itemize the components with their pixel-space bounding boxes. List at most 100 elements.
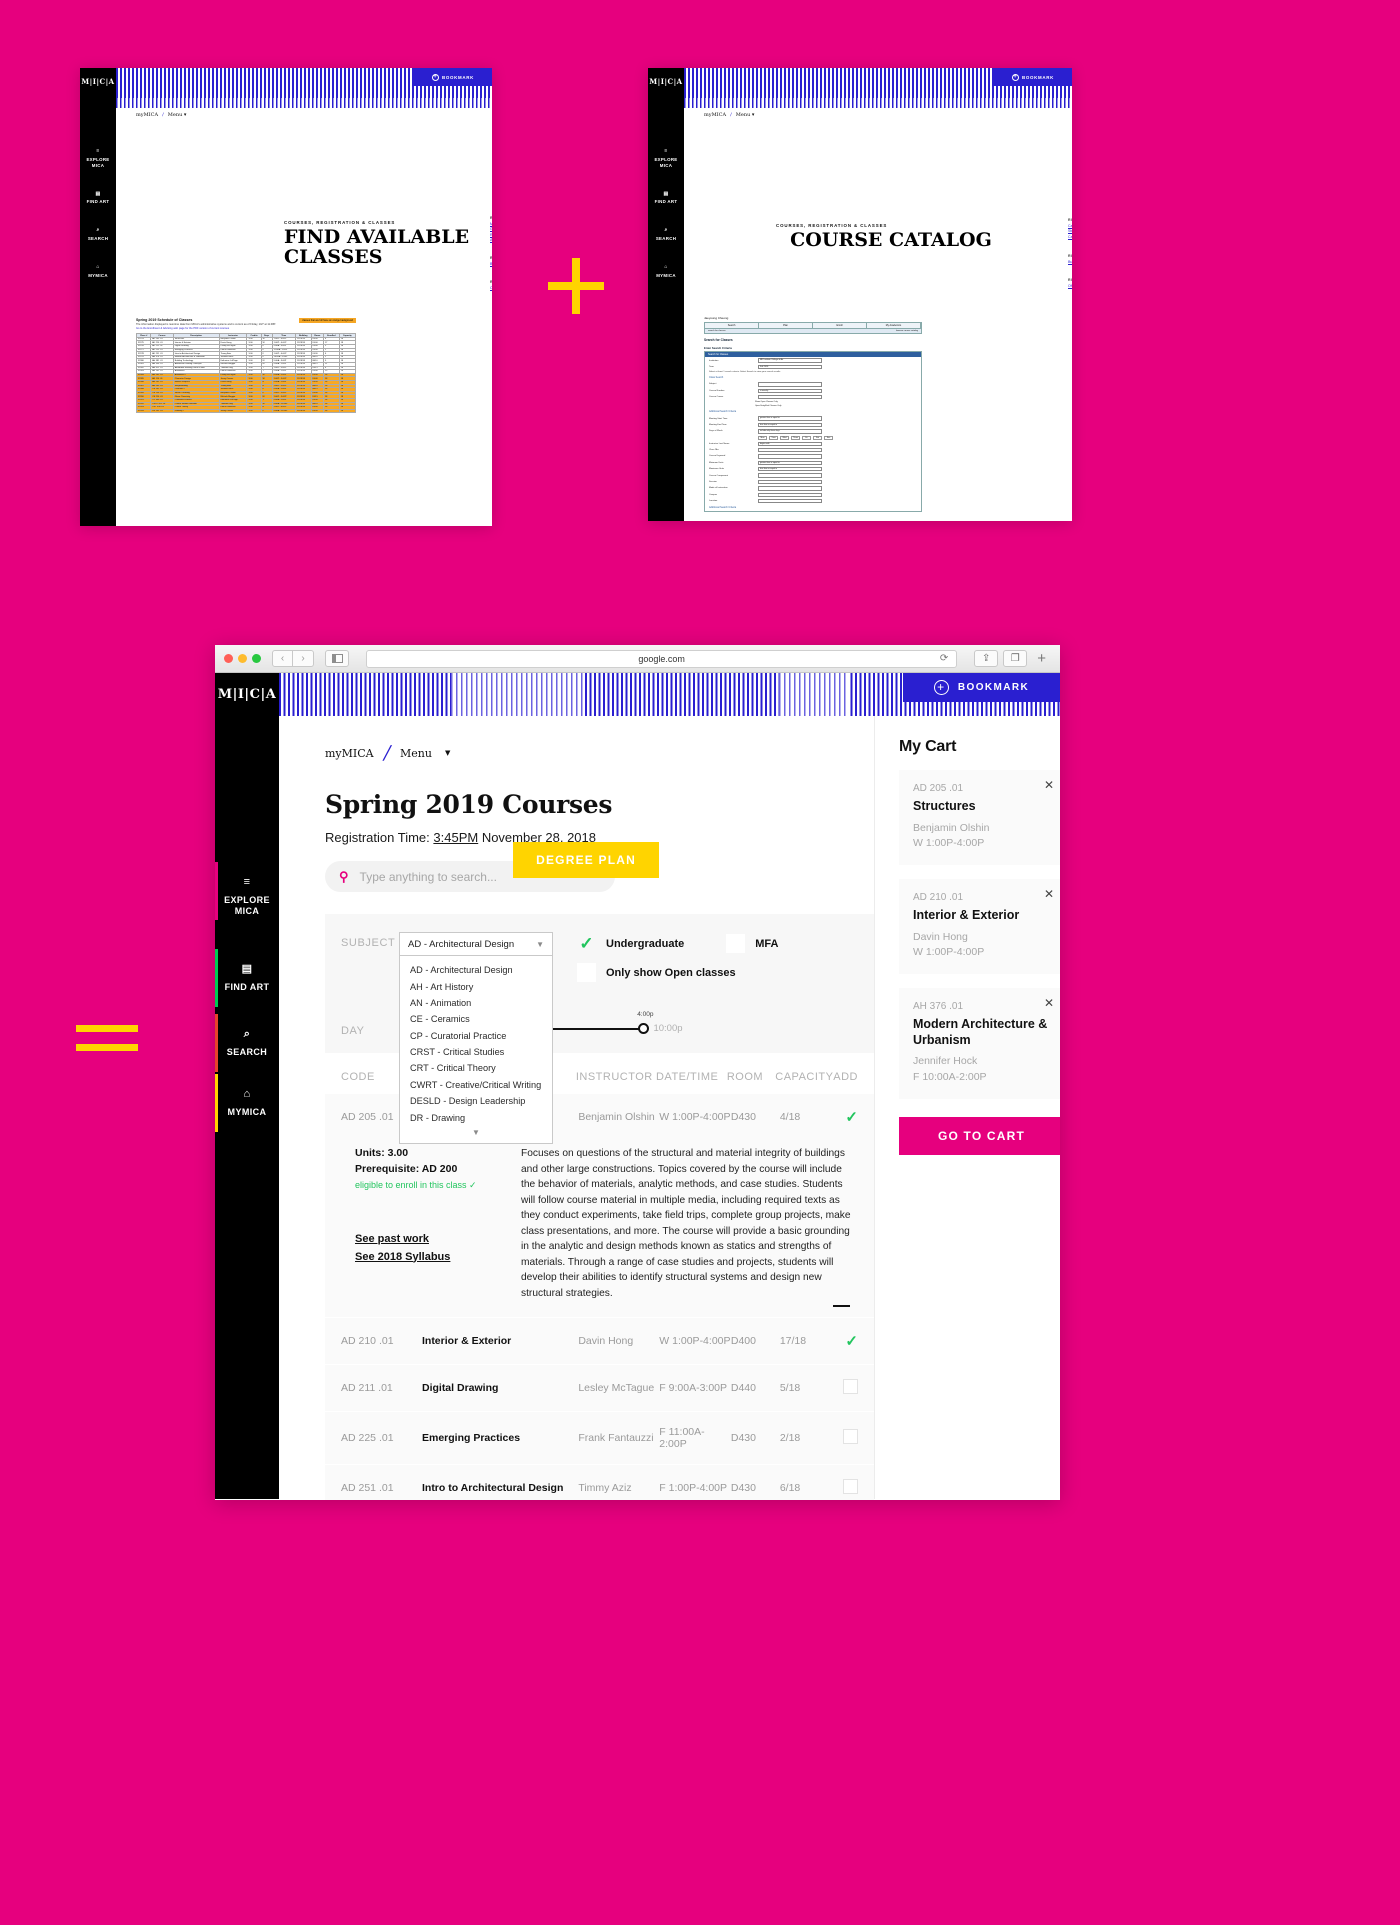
sheet-note-link[interactable]: Go to the Enrollment & Advising web page… (136, 327, 229, 330)
subject-option[interactable]: DR - Drawing (400, 1109, 552, 1125)
field-input[interactable] (758, 492, 822, 498)
add-checkbox[interactable] (843, 1429, 858, 1444)
field-input[interactable] (758, 479, 822, 485)
rail-item-mymica[interactable]: ⌂ MYMICA (648, 264, 684, 279)
catalog-tabs[interactable]: Search Plan Enroll My Academics (704, 322, 922, 330)
sidebar-item-mymica[interactable]: ⌂ MYMICA (215, 1074, 279, 1132)
subject-option[interactable]: CRT - Critical Theory (400, 1060, 552, 1076)
field-input[interactable]: less than or equal to (758, 467, 822, 472)
catalog-subtab[interactable]: search for classes (708, 330, 726, 332)
remove-item-button[interactable]: ✕ (1044, 996, 1054, 1010)
close-window-button[interactable] (224, 654, 233, 663)
subject-option[interactable]: CP - Curatorial Practice (400, 1028, 552, 1044)
table-row[interactable]: AD 210 .01 Interior & Exterior Davin Hong W… (325, 1317, 874, 1364)
new-tab-button[interactable]: + (1032, 650, 1051, 667)
subject-option[interactable]: AD - Architectural Design (400, 962, 552, 978)
sidebar-item-find-art[interactable]: ▤ FIND ART (215, 949, 279, 1007)
tabs-button[interactable]: ❐ (1003, 650, 1028, 667)
related-link[interactable]: Career Development (1068, 235, 1072, 241)
undergraduate-checkbox[interactable]: ✓ (577, 934, 596, 953)
field-input[interactable] (758, 447, 822, 453)
day-checkbox[interactable]: Thurs (791, 435, 800, 440)
institution-select[interactable]: MD Institute College of Art (758, 358, 822, 363)
meeting-start-select[interactable]: greater than or equal to (758, 416, 822, 421)
day-checkbox[interactable]: Mon (758, 435, 767, 440)
subject-option[interactable]: CE - Ceramics (400, 1011, 552, 1027)
subject-option[interactable]: CWRT - Creative/Critical Writing (400, 1077, 552, 1093)
sidebar-toggle-button[interactable] (325, 650, 349, 667)
chevron-down-icon[interactable]: ▼ (445, 749, 450, 757)
minimize-window-button[interactable] (238, 654, 247, 663)
breadcrumb-menu[interactable]: Menu (168, 112, 183, 118)
add-course-control[interactable]: ✓ (834, 1332, 858, 1350)
rail-item-search[interactable]: ⌕ SEARCH (648, 227, 684, 242)
bookmark-button[interactable]: + BOOKMARK (994, 68, 1072, 86)
days-of-week-select[interactable]: include only these days (758, 429, 822, 434)
related-link[interactable]: Graduate Programs, Student Resources, Ca… (490, 227, 492, 238)
table-row[interactable]: AD 251 .01 Intro to Architectural Design T… (325, 1464, 874, 1500)
related-link[interactable]: Calendars & Schedules, Advising Resource… (1068, 224, 1072, 235)
subject-select[interactable]: AD - Architectural Design ▼ (399, 932, 553, 956)
course-career-select[interactable] (758, 394, 822, 400)
breadcrumb-menu[interactable]: Menu (736, 112, 751, 118)
scroll-down-icon[interactable]: ▼ (400, 1126, 552, 1139)
open-classes-checkbox[interactable]: Show Open Classes Only (755, 401, 778, 403)
add-course-control[interactable]: ✓ (834, 1108, 858, 1126)
address-bar[interactable]: google.com ⟳ (366, 649, 958, 668)
day-checkbox[interactable]: Sun (824, 435, 833, 440)
add-checkbox[interactable] (843, 1379, 858, 1394)
see-syllabus-link[interactable]: See 2018 Syllabus (355, 1251, 507, 1263)
catalog-tab[interactable]: Search (705, 323, 759, 329)
catalog-tab[interactable]: My Academics (867, 323, 921, 329)
breadcrumb-home[interactable]: myMICA (704, 112, 726, 118)
related-link[interactable]: Bunting Center (1068, 260, 1072, 266)
table-row[interactable]: AD 225 .01 Emerging Practices Frank Fantau… (325, 1411, 874, 1464)
subject-option-list[interactable]: AD - Architectural Design AH - Art Histor… (399, 956, 553, 1144)
window-controls[interactable] (224, 654, 261, 663)
field-input[interactable] (758, 486, 822, 491)
slider-handle-high[interactable] (638, 1022, 650, 1034)
open-entry-checkbox[interactable]: Open Entry/Exit Classes Only (755, 405, 781, 407)
catalog-tab[interactable]: Enroll (813, 323, 867, 329)
related-link[interactable]: Advising Resources (490, 238, 492, 244)
bookmark-button[interactable]: + BOOKMARK (414, 68, 492, 86)
rail-item-mymica[interactable]: ⌂ MYMICA (80, 264, 116, 279)
subject-option[interactable]: AN - Animation (400, 995, 552, 1011)
mfa-checkbox[interactable] (726, 934, 746, 953)
add-checkbox[interactable] (843, 1479, 858, 1494)
related-link[interactable]: Office of Enrollment Services (490, 286, 492, 292)
subject-input[interactable] (758, 382, 822, 387)
table-row[interactable]: AD 211 .01 Digital Drawing Lesley McTague F… (325, 1364, 874, 1411)
mica-logo[interactable]: M|I|C|A (215, 673, 279, 716)
rail-item-find-art[interactable]: ▤ FIND ART (80, 191, 116, 206)
subject-option[interactable]: AH - Art History (400, 978, 552, 994)
related-link[interactable]: Office of Enrollment Services (1068, 284, 1072, 290)
see-past-work-link[interactable]: See past work (355, 1233, 507, 1245)
day-checkbox[interactable]: Wed (780, 435, 789, 440)
go-to-cart-button[interactable]: GO TO CART (899, 1116, 1060, 1155)
field-input[interactable] (758, 499, 822, 504)
rail-item-explore[interactable]: ≡ EXPLORE MICA (80, 148, 116, 169)
add-course-control[interactable] (834, 1479, 858, 1497)
open-classes-checkbox[interactable] (577, 963, 596, 982)
additional-criteria-section[interactable]: Additional Search Criteria (705, 408, 921, 415)
add-course-control[interactable] (834, 1429, 858, 1447)
field-input[interactable]: greater than or equal to (758, 460, 822, 466)
breadcrumb-menu[interactable]: Menu (400, 747, 432, 760)
degree-plan-button[interactable]: DEGREE PLAN (513, 842, 659, 878)
term-select[interactable]: Fall 2018 (758, 364, 822, 370)
course-number-select[interactable]: is exactly (758, 388, 822, 393)
rail-item-explore[interactable]: ≡ EXPLORE MICA (648, 148, 684, 169)
back-button[interactable]: ‹ (272, 650, 293, 667)
subject-option[interactable]: CRST - Critical Studies (400, 1044, 552, 1060)
catalog-tab[interactable]: Plan (759, 323, 813, 329)
forward-button[interactable]: › (293, 650, 314, 667)
field-input[interactable]: begins with (758, 441, 822, 446)
catalog-subtab[interactable]: browse course catalog (896, 330, 918, 332)
day-checkbox[interactable]: Tues (769, 435, 778, 440)
rail-item-search[interactable]: ⌕ SEARCH (80, 227, 116, 242)
meeting-end-select[interactable]: less than or equal to (758, 422, 822, 428)
catalog-subtabs[interactable]: search for classes browse course catalog (704, 329, 922, 335)
subject-option[interactable]: DESLD - Design Leadership (400, 1093, 552, 1109)
reload-icon[interactable]: ⟳ (940, 653, 948, 664)
